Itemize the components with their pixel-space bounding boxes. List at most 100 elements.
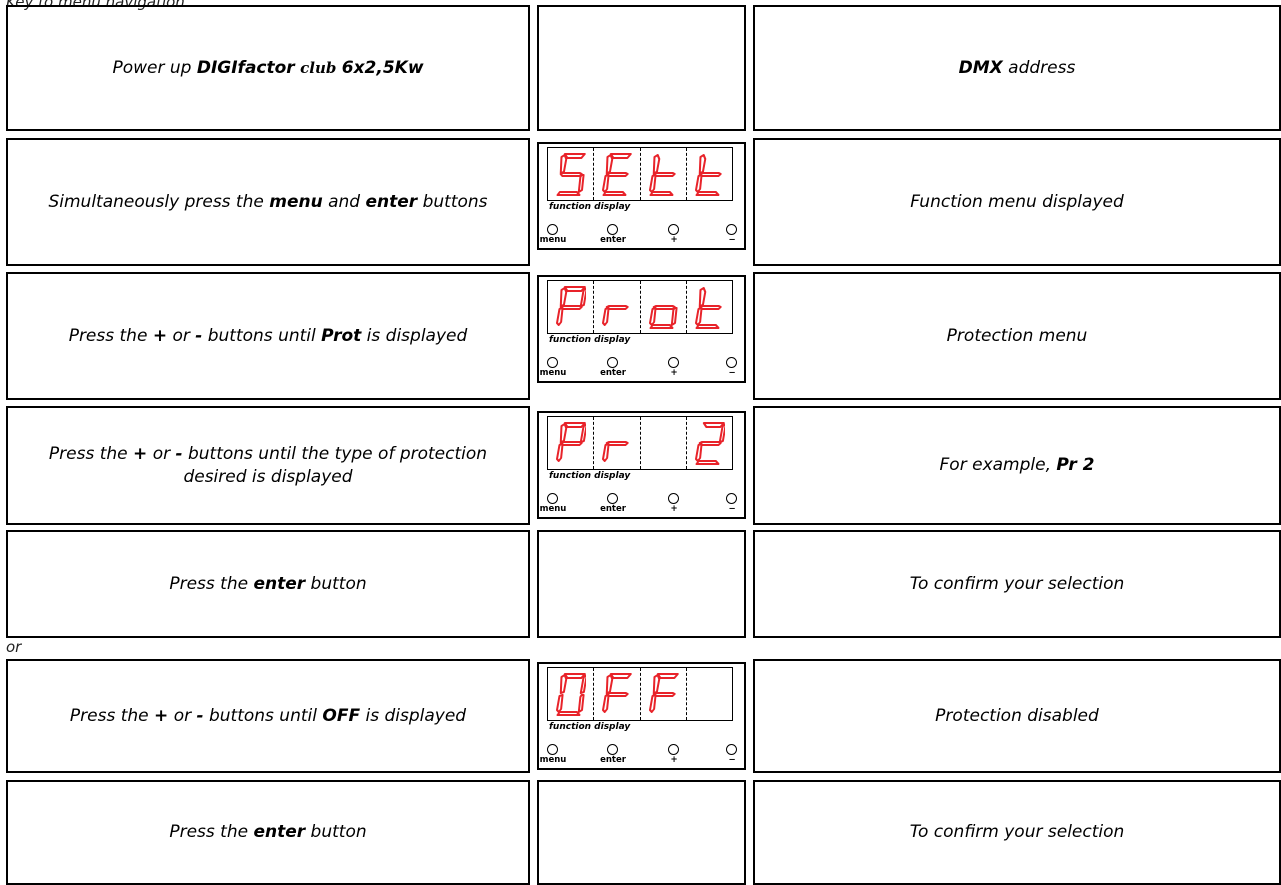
display-segment	[556, 191, 581, 196]
display-digit	[594, 148, 641, 200]
table-row: Simultaneously press the menu and enter …	[6, 138, 1281, 266]
function-display-panel: function display menu enter + −	[537, 662, 746, 770]
display-segment	[605, 172, 629, 177]
display-segment	[698, 154, 707, 174]
display-segment	[652, 154, 660, 174]
menu-button-label: menu	[539, 504, 567, 514]
display-segment	[695, 191, 720, 196]
step-result: Protection menu	[753, 272, 1281, 400]
step-instruction: Simultaneously press the menu and enter …	[6, 138, 530, 266]
table-row: Press the + or - buttons until Prot is d…	[6, 272, 1281, 400]
display-segment	[695, 324, 720, 329]
display-segment	[694, 174, 703, 193]
plus-button	[668, 744, 679, 755]
enter-button-label: enter	[600, 755, 626, 765]
step-result: To confirm your selection	[753, 530, 1281, 638]
display-segment	[610, 673, 633, 679]
step-instruction: Press the + or - buttons until Prot is d…	[6, 272, 530, 400]
display-segment	[698, 287, 707, 307]
display-segment	[559, 441, 583, 446]
table-row: Press the enter button To confirm your s…	[6, 780, 1281, 885]
seven-segment-display	[547, 667, 733, 721]
step-instruction: Press the enter button	[6, 780, 530, 885]
plus-button	[668, 224, 679, 235]
display-digit	[641, 417, 687, 469]
table-row: Press the + or - buttons until OFF is di…	[6, 659, 1281, 773]
display-segment	[648, 174, 657, 193]
menu-button	[547, 224, 558, 235]
display-segment	[556, 694, 564, 713]
display-digit	[594, 668, 641, 720]
step-instruction: Press the + or - buttons until the type …	[6, 406, 530, 525]
display-segment	[698, 172, 722, 177]
enter-button	[607, 357, 618, 368]
plus-button	[668, 493, 679, 504]
step-result: Protection disabled	[753, 659, 1281, 773]
minus-button	[726, 744, 737, 755]
display-segment	[563, 673, 586, 679]
function-display-label: function display	[549, 202, 631, 212]
display-segment	[602, 307, 610, 326]
display-segment	[652, 305, 676, 310]
display-segment	[602, 694, 610, 713]
minus-button	[726, 493, 737, 504]
plus-button-label: +	[670, 504, 678, 514]
display-segment	[606, 674, 614, 694]
display-segment	[563, 153, 586, 159]
display-segment	[652, 692, 676, 697]
display-segment	[694, 443, 703, 462]
display-segment	[698, 441, 722, 446]
display-segment	[648, 324, 673, 329]
display-digit	[687, 148, 732, 200]
function-display-panel: function display menu enter + −	[537, 411, 746, 519]
seven-segment-display	[547, 280, 733, 334]
menu-button-label: menu	[539, 368, 567, 378]
display-segment	[648, 191, 673, 196]
display-cell-empty	[537, 530, 746, 638]
minus-button-label: −	[728, 235, 736, 245]
step-instruction: Press the enter button	[6, 530, 530, 638]
step-result: DMX address	[753, 5, 1281, 131]
display-segment	[559, 305, 583, 310]
display-segment	[652, 172, 676, 177]
enter-button	[607, 744, 618, 755]
display-digit	[548, 417, 595, 469]
function-display-panel: function display menu enter + −	[537, 275, 746, 383]
display-segment	[670, 307, 678, 326]
display-segment	[702, 422, 725, 428]
menu-button	[547, 357, 558, 368]
display-segment	[559, 674, 568, 694]
display-digit	[548, 281, 595, 333]
display-segment	[698, 305, 722, 310]
enter-button	[607, 224, 618, 235]
enter-button-label: enter	[600, 235, 626, 245]
step-result: For example, Pr 2	[753, 406, 1281, 525]
menu-button-label: menu	[539, 235, 567, 245]
club-wordmark: club	[300, 58, 337, 77]
minus-button-label: −	[728, 368, 736, 378]
function-display-label: function display	[549, 335, 631, 345]
display-segment	[695, 460, 720, 465]
step-instruction: Power up DIGIfactor club 6x2,5Kw	[6, 5, 530, 131]
display-segment	[606, 154, 614, 174]
display-digit	[594, 417, 641, 469]
display-segment	[648, 307, 657, 326]
display-digit	[641, 281, 687, 333]
display-segment	[605, 441, 629, 446]
enter-button-label: enter	[600, 504, 626, 514]
display-segment	[559, 423, 568, 443]
display-segment	[602, 174, 610, 193]
function-display-panel: function display menu enter + −	[537, 142, 746, 250]
function-display-label: function display	[549, 471, 631, 481]
display-digit	[641, 148, 687, 200]
minus-button	[726, 357, 737, 368]
plus-button-label: +	[670, 368, 678, 378]
display-segment	[556, 443, 564, 462]
table-row: Power up DIGIfactor club 6x2,5Kw DMX add…	[6, 5, 1281, 131]
display-segment	[559, 287, 568, 307]
display-digit	[687, 668, 732, 720]
plus-button-label: +	[670, 235, 678, 245]
minus-button-label: −	[728, 504, 736, 514]
display-digit	[548, 668, 595, 720]
display-cell-empty	[537, 780, 746, 885]
